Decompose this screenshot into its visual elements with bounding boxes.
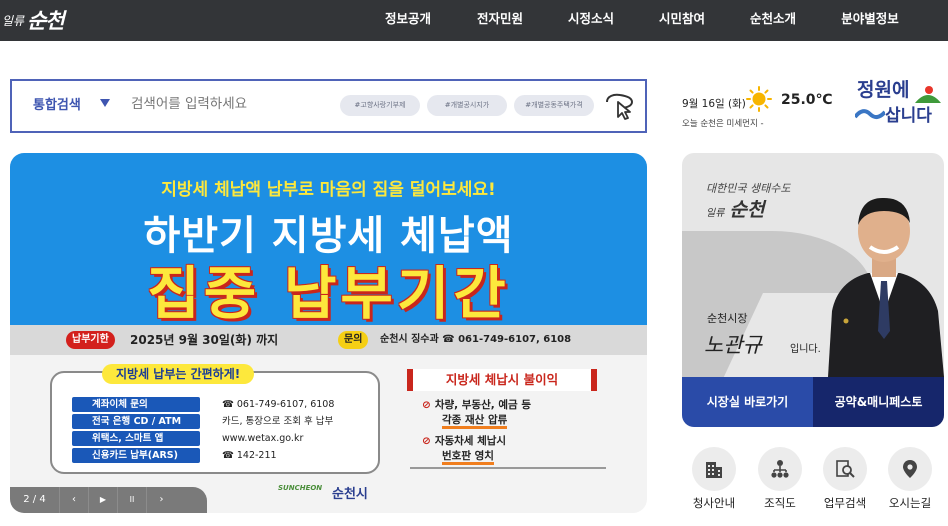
- payment-method-key: 신용카드 납부(ARS): [72, 448, 200, 463]
- slogan-line1: 정원에: [857, 79, 910, 101]
- penalty-item-line1: 자동차세 체납시: [434, 435, 507, 447]
- search-button[interactable]: [604, 90, 636, 120]
- quick-link-work-search[interactable]: 업무검색: [821, 447, 869, 511]
- slogan-line2: 삽니다: [885, 106, 932, 126]
- mayor-logo-big: 순천: [729, 199, 765, 221]
- quick-link-building-guide[interactable]: 청사안내: [690, 447, 738, 511]
- pledge-manifesto-button[interactable]: 공약&매니페스토: [813, 377, 944, 427]
- logo-big-text: 순천: [27, 8, 65, 33]
- search-chip-hometown-donation[interactable]: #고향사랑기부제: [340, 95, 420, 116]
- quick-link-label: 청사안내: [692, 496, 736, 510]
- penalty-item: ⊘ 자동차세 체납시: [422, 433, 506, 448]
- search-input[interactable]: [131, 92, 331, 116]
- contact-text: 순천시 징수과 ☎ 061-749-6107, 6108: [380, 334, 572, 345]
- wave-icon: [855, 109, 885, 119]
- check-circle-icon: ⊘: [422, 399, 431, 411]
- site-logo[interactable]: 일류 순천: [2, 4, 65, 36]
- quick-link-circle: [692, 447, 736, 491]
- period-text: 2025년 9월 30일(화) 까지: [130, 333, 279, 347]
- penalty-item-line2: 번호판 영치: [442, 450, 494, 465]
- payment-methods-box: 지방세 납부는 간편하게! 계좌이체 문의 ☎ 061-749-6107, 61…: [50, 364, 380, 474]
- penalty-item-detail: 번호판 영치: [442, 448, 494, 465]
- banner-headline-area: 지방세 체납액 납부로 마음의 짐을 덜어보세요! 하반기 지방세 체납액 집중…: [10, 153, 647, 327]
- quick-link-label: 조직도: [764, 496, 796, 510]
- nav-field-info[interactable]: 분야별정보: [841, 0, 899, 41]
- nav-info-disclosure[interactable]: 정보공개: [385, 0, 431, 41]
- quick-link-org-chart[interactable]: 조직도: [756, 447, 804, 511]
- mayor-card-logo: 일류 순천: [706, 195, 764, 222]
- chevron-down-icon[interactable]: [100, 99, 110, 107]
- banner-city-name: 순천시: [332, 487, 368, 502]
- nav-about-suncheon[interactable]: 순천소개: [750, 0, 796, 41]
- penalty-item: ⊘ 차량, 부동산, 예금 등: [422, 397, 531, 412]
- document-search-icon: [836, 460, 855, 478]
- payment-method-value: 카드, 통장으로 조회 후 납부: [222, 416, 334, 427]
- quick-link-label: 업무검색: [823, 496, 867, 510]
- quick-link-directions[interactable]: 오시는길: [886, 447, 934, 511]
- banner-subtitle: 지방세 체납액 납부로 마음의 짐을 덜어보세요!: [161, 180, 496, 200]
- mayor-signature: 노관규: [704, 333, 762, 357]
- slide-prev-button[interactable]: ‹: [60, 487, 89, 513]
- location-pin-icon: [903, 460, 917, 478]
- city-slogan-logo: 정원에 삽니다: [853, 75, 945, 127]
- mayor-position-label: 순천시장: [707, 312, 748, 325]
- slider-controls: 2 / 4 ‹ ▶ II ›: [10, 487, 207, 513]
- mayor-office-button[interactable]: 시장실 바로가기: [682, 377, 813, 427]
- mayor-button-group: 시장실 바로가기 공약&매니페스토: [682, 377, 944, 427]
- mayor-intro-suffix: 입니다.: [790, 344, 821, 355]
- check-circle-icon: ⊘: [422, 435, 431, 447]
- slide-pause-button[interactable]: II: [118, 487, 147, 513]
- penalty-item-line2: 각종 재산 압류: [442, 414, 508, 429]
- nav-citizen-participation[interactable]: 시민참여: [659, 0, 705, 41]
- mayor-card-slogan: 대한민국 생태수도: [706, 182, 791, 195]
- search-category-select[interactable]: 통합검색: [33, 94, 81, 113]
- banner-title-line2: 집중 납부기간: [147, 261, 510, 327]
- payment-method-value: www.wetax.go.kr: [222, 433, 304, 444]
- search-cursor-icon: [606, 93, 634, 120]
- logo-small-text: 일류: [2, 13, 25, 28]
- quick-link-label: 오시는길: [888, 496, 932, 510]
- quick-link-circle: [758, 447, 802, 491]
- org-chart-icon: [771, 460, 789, 478]
- slide-next-button[interactable]: ›: [147, 487, 176, 513]
- search-box: 통합검색 #고향사랑기부제 #개별공시지가 #개별공동주택가격: [10, 79, 647, 133]
- weather-date: 9월 16일 (화): [682, 98, 746, 110]
- penalty-item-line1: 차량, 부동산, 예금 등: [434, 399, 532, 411]
- search-chip-land-price[interactable]: #개별공시지가: [427, 95, 507, 116]
- payment-method-key: 계좌이체 문의: [72, 397, 200, 412]
- air-quality-text: 오늘 순천은 미세먼지 -: [682, 119, 764, 129]
- quick-link-circle: [888, 447, 932, 491]
- payment-method-key: 전국 은행 CD / ATM: [72, 414, 200, 429]
- period-label-badge: 납부기한: [66, 331, 115, 349]
- slide-play-button[interactable]: ▶: [89, 487, 118, 513]
- quick-link-circle: [823, 447, 867, 491]
- divider: [410, 467, 606, 469]
- penalty-title: 지방세 체납시 불이익: [407, 369, 597, 391]
- mayor-portrait-image: [828, 197, 944, 377]
- mayor-card: 대한민국 생태수도 일류 순천 순천시장 노관규 입니다. 시장실 바로가기 공…: [682, 153, 944, 427]
- city-mark-logo: SUNCHEON: [278, 484, 323, 492]
- mayor-logo-small: 일류: [706, 208, 725, 219]
- nav-city-news[interactable]: 시정소식: [568, 0, 614, 41]
- banner-period-bar: 납부기한 2025년 9월 30일(화) 까지 문의 순천시 징수과 ☎ 061…: [10, 325, 647, 355]
- search-chip-housing-price[interactable]: #개별공동주택가격: [514, 95, 594, 116]
- nav-e-civil-service[interactable]: 전자민원: [477, 0, 523, 41]
- payment-methods-title: 지방세 납부는 간편하게!: [102, 364, 255, 384]
- penalty-item-detail: 각종 재산 압류: [442, 412, 508, 429]
- payment-method-key: 위택스, 스마트 앱: [72, 431, 200, 446]
- sun-icon: [746, 86, 772, 112]
- slide-counter: 2 / 4: [10, 487, 60, 513]
- contact-label-badge: 문의: [338, 331, 369, 349]
- payment-method-value: ☎ 142-211: [222, 450, 277, 461]
- main-banner-slide[interactable]: 지방세 체납액 납부로 마음의 짐을 덜어보세요! 하반기 지방세 체납액 집중…: [10, 153, 647, 513]
- top-navigation-bar: 일류 순천 정보공개 전자민원 시정소식 시민참여 순천소개 분야별정보: [0, 0, 948, 41]
- weather-temperature: 25.0℃: [781, 92, 833, 108]
- payment-method-value: ☎ 061-749-6107, 6108: [222, 399, 335, 410]
- building-icon: [706, 462, 722, 478]
